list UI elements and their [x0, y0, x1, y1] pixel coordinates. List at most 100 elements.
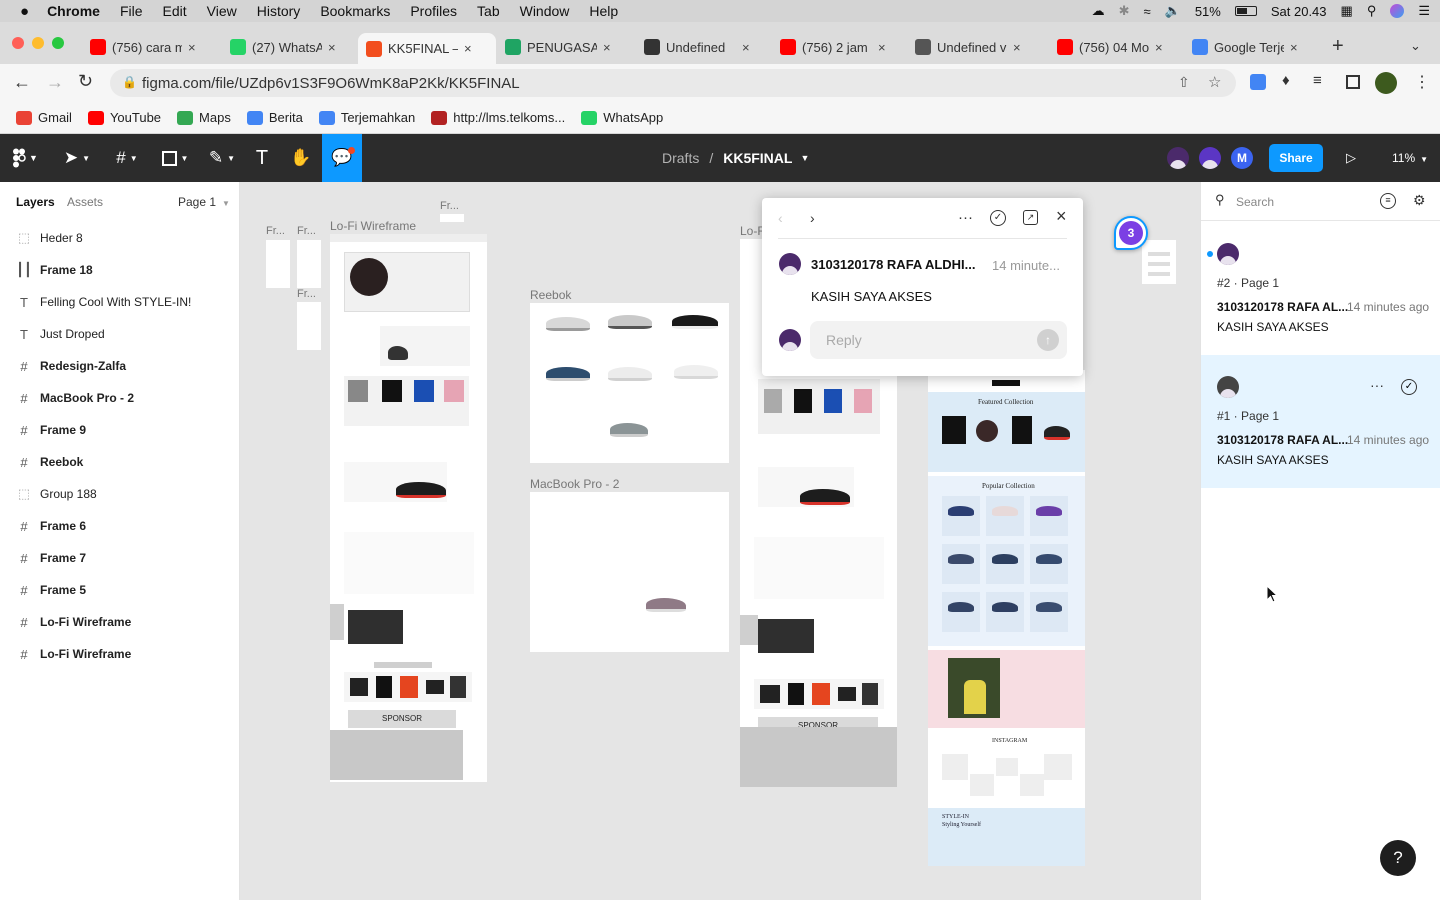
browser-tab-4[interactable]: PENUGASAN × [497, 33, 635, 61]
menu-help[interactable]: Help [589, 3, 618, 19]
frame-label-small-1[interactable]: Fr... [266, 225, 285, 237]
layer-row[interactable]: # Lo-Fi Wireframe [0, 638, 240, 670]
tab-layers[interactable]: Layers [16, 195, 55, 209]
present-play-icon[interactable]: ▷ [1346, 150, 1356, 166]
bookmark-whatsapp[interactable]: WhatsApp [581, 110, 663, 125]
address-bar[interactable]: 🔒 figma.com/file/UZdp6v1S3F9O6WmK8aP2Kk/… [110, 69, 1236, 97]
frame-label-macbook[interactable]: MacBook Pro - 2 [530, 477, 619, 491]
thread-more-icon[interactable]: ··· [958, 209, 973, 226]
close-tab-icon[interactable]: × [1155, 40, 1163, 55]
move-tool-icon[interactable]: ➤ ▼ [58, 134, 96, 182]
breadcrumb-drafts[interactable]: Drafts [662, 150, 699, 166]
layer-row[interactable]: # Redesign-Zalfa [0, 350, 240, 382]
control-center-icon[interactable]: ☰ [1418, 3, 1430, 19]
extensions-puzzle-icon[interactable]: ♦ [1282, 72, 1290, 89]
layer-row[interactable]: T Felling Cool With STYLE-IN! [0, 286, 240, 318]
resolve-icon[interactable]: ✓ [990, 210, 1006, 226]
redesign-frame[interactable]: Featured Collection Popular Collection I… [928, 372, 1085, 866]
bookmark-http-lms-telkoms[interactable]: http://lms.telkoms... [431, 110, 565, 125]
browser-tab-3[interactable]: KK5FINAL – F × [358, 33, 496, 64]
browser-tab-6[interactable]: (756) 2 jam b × [772, 33, 910, 61]
frame-tool-icon[interactable]: # ▼ [108, 134, 146, 182]
comment-card[interactable]: #2 · Page 1 3103120178 RAFA AL... 14 minut… [1201, 222, 1440, 355]
translate-extension-icon[interactable] [1250, 74, 1266, 90]
file-menu-chevron-icon[interactable]: ▼ [800, 153, 809, 163]
close-tab-icon[interactable]: × [188, 40, 196, 55]
layer-row[interactable]: # Lo-Fi Wireframe [0, 606, 240, 638]
macbook-pro-2-frame[interactable] [530, 492, 729, 652]
siri-icon[interactable] [1390, 4, 1405, 18]
frame-label-reebok[interactable]: Reebok [530, 288, 571, 302]
layer-row[interactable]: # Frame 9 [0, 414, 240, 446]
apple-icon[interactable]: ● [20, 3, 29, 20]
small-frame-1[interactable] [266, 240, 290, 288]
frame-label-small-2[interactable]: Fr... [297, 225, 316, 237]
wifi-icon[interactable]: ≈ [1144, 4, 1151, 19]
pen-tool-icon[interactable]: ✎ ▼ [202, 134, 242, 182]
creative-cloud-icon[interactable]: ☁ [1092, 3, 1105, 19]
layer-row[interactable]: # Frame 6 [0, 510, 240, 542]
layer-row[interactable]: ⬚ Heder 8 [0, 222, 240, 254]
browser-tab-2[interactable]: (27) WhatsAp × [222, 33, 360, 61]
reebok-frame[interactable] [530, 303, 729, 463]
menu-tab[interactable]: Tab [477, 3, 500, 19]
open-in-sidebar-icon[interactable]: ↗ [1023, 210, 1038, 225]
close-tab-icon[interactable]: × [464, 41, 472, 56]
minimize-window-button[interactable] [32, 37, 44, 49]
chrome-menu-icon[interactable]: ⋮ [1414, 72, 1430, 92]
volume-icon[interactable]: 🔈 [1165, 3, 1181, 19]
help-button[interactable]: ? [1380, 840, 1416, 876]
menu-history[interactable]: History [257, 3, 301, 19]
menu-bookmarks[interactable]: Bookmarks [320, 3, 390, 19]
comments-search-input[interactable]: Search [1236, 195, 1274, 209]
hand-tool-icon[interactable]: ✋ [286, 134, 316, 182]
clock[interactable]: Sat 20.43 [1271, 4, 1327, 19]
filter-icon[interactable]: ≡ [1380, 193, 1396, 209]
close-popup-icon[interactable]: × [1056, 206, 1067, 227]
frame-label-small-3[interactable]: Fr... [297, 288, 316, 300]
close-tab-icon[interactable]: × [603, 40, 611, 55]
spotlight-icon[interactable]: ⚲ [1367, 3, 1377, 19]
bookmark-star-icon[interactable]: ☆ [1208, 73, 1221, 91]
text-tool-icon[interactable]: T [248, 134, 276, 182]
close-tab-icon[interactable]: × [878, 40, 886, 55]
share-button[interactable]: Share [1269, 144, 1323, 172]
comment-more-icon[interactable]: ··· [1370, 377, 1384, 393]
small-frame-4[interactable] [440, 214, 464, 222]
zoom-dropdown[interactable]: 11% ▼ [1392, 151, 1428, 165]
layer-row[interactable]: # Frame 5 [0, 574, 240, 606]
browser-tab-1[interactable]: (756) cara m × [82, 33, 220, 61]
frame-label-small-4[interactable]: Fr... [440, 200, 459, 212]
browser-tab-5[interactable]: Undefined × [636, 33, 774, 61]
file-name[interactable]: KK5FINAL [723, 150, 792, 166]
close-tab-icon[interactable]: × [328, 40, 336, 55]
bookmark-terjemahkan[interactable]: Terjemahkan [318, 110, 415, 125]
send-reply-icon[interactable]: ↑ [1037, 329, 1059, 351]
layer-row[interactable]: ┃┃ Frame 18 [0, 254, 240, 286]
bookmark-gmail[interactable]: Gmail [16, 110, 72, 125]
frame-label-lofi-1[interactable]: Lo-Fi Wireframe [330, 219, 416, 233]
collaborator-avatar-m[interactable]: M [1231, 147, 1253, 169]
menu-edit[interactable]: Edit [163, 3, 187, 19]
layer-row[interactable]: ⬚ Group 188 [0, 478, 240, 510]
layer-row[interactable]: T Just Droped [0, 318, 240, 350]
menu-view[interactable]: View [207, 3, 237, 19]
side-panel-icon[interactable] [1346, 75, 1360, 89]
page-selector[interactable]: Page 1 ▼ [178, 195, 230, 209]
figma-menu-icon[interactable]: ▼ [8, 134, 42, 182]
collaborator-avatar-1[interactable] [1167, 147, 1189, 169]
prev-comment-icon[interactable]: ‹ [778, 210, 783, 226]
small-frame-3[interactable] [297, 302, 321, 350]
lofi-wireframe-1[interactable]: SPONSOR [330, 234, 487, 782]
next-comment-icon[interactable]: › [810, 210, 815, 226]
bookmark-maps[interactable]: Maps [177, 110, 231, 125]
shape-tool-icon[interactable]: ▼ [156, 134, 194, 182]
back-icon[interactable]: ← [13, 72, 31, 93]
layer-row[interactable]: # Frame 7 [0, 542, 240, 574]
reading-list-icon[interactable]: ≡ [1313, 72, 1322, 89]
close-tab-icon[interactable]: × [1013, 40, 1021, 55]
reload-icon[interactable]: ↻ [78, 71, 93, 92]
settings-sliders-icon[interactable]: ⚙ [1413, 192, 1426, 209]
close-window-button[interactable] [12, 37, 24, 49]
browser-tab-9[interactable]: Google Terje × [1184, 33, 1320, 61]
